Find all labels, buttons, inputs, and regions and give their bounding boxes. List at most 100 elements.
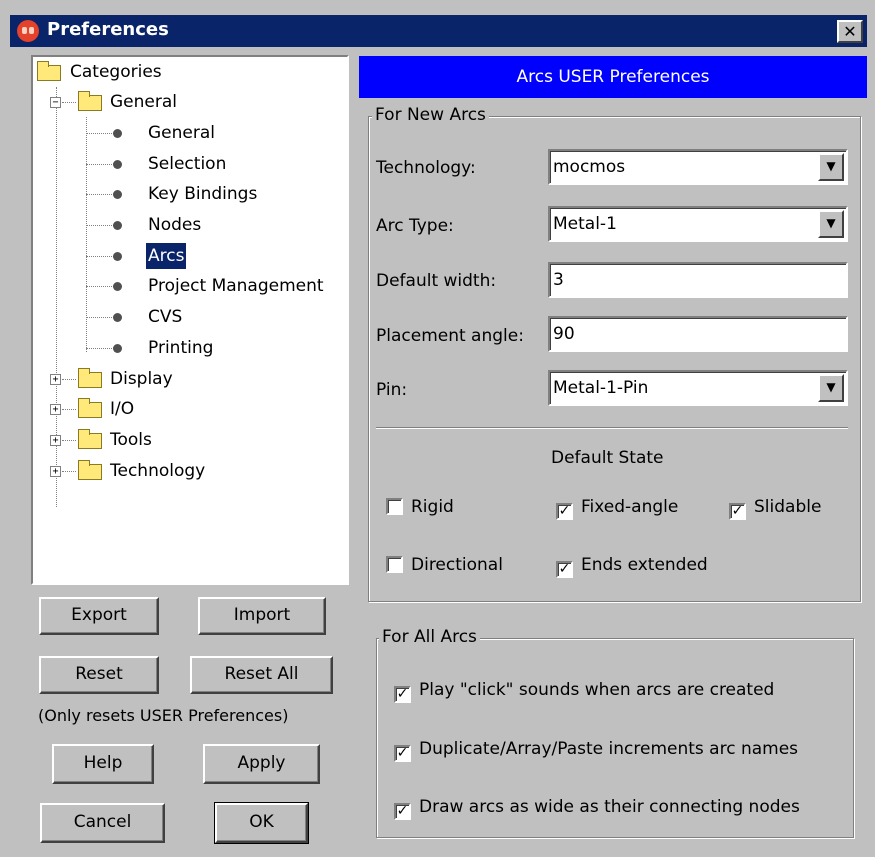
checkbox-icon[interactable]: ✓ — [394, 686, 411, 703]
folder-icon — [78, 368, 102, 388]
duplicate-increments-checkbox[interactable]: ✓ Duplicate/Array/Paste increments arc na… — [394, 739, 798, 762]
dropdown-arrow-icon[interactable]: ▼ — [818, 153, 844, 181]
pin-label: Pin: — [376, 380, 408, 400]
tree-item-label: I/O — [110, 399, 135, 419]
fixed-angle-label: Fixed-angle — [581, 497, 679, 517]
reset-button[interactable]: Reset — [39, 656, 159, 694]
tree-connector — [86, 317, 116, 318]
directional-label: Directional — [411, 555, 503, 575]
all-arcs-legend: For All Arcs — [379, 627, 480, 647]
categories-tree[interactable]: Categories − General General Selection K… — [31, 55, 349, 585]
click-sounds-label: Play "click" sounds when arcs are create… — [419, 680, 775, 700]
expand-icon[interactable]: + — [50, 435, 61, 446]
leaf-dot-icon — [113, 344, 122, 353]
fixed-angle-checkbox[interactable]: ✓ Fixed-angle — [556, 497, 678, 520]
slidable-checkbox[interactable]: ✓ Slidable — [729, 497, 821, 520]
help-button[interactable]: Help — [52, 744, 154, 784]
leaf-dot-icon — [113, 252, 122, 261]
technology-value: mocmos — [553, 157, 626, 177]
export-button[interactable]: Export — [39, 597, 159, 635]
apply-button[interactable]: Apply — [203, 744, 320, 784]
tree-item-label-selected: Arcs — [146, 243, 187, 269]
arc-type-select[interactable]: Metal-1 ▼ — [548, 206, 848, 242]
technology-select[interactable]: mocmos ▼ — [548, 149, 848, 185]
tree-item-label: Technology — [110, 461, 206, 481]
tree-item-label: Nodes — [148, 215, 202, 235]
folder-icon — [78, 460, 102, 480]
tree-connector — [86, 225, 116, 226]
separator — [376, 427, 848, 429]
folder-icon — [37, 61, 61, 81]
tree-item-label: Printing — [148, 338, 214, 358]
expand-icon[interactable]: + — [50, 404, 61, 415]
checkbox-icon[interactable] — [386, 556, 403, 573]
dropdown-arrow-icon[interactable]: ▼ — [818, 210, 844, 238]
arc-type-value: Metal-1 — [553, 214, 617, 234]
ends-extended-label: Ends extended — [581, 555, 708, 575]
tree-item-label: Key Bindings — [148, 184, 258, 204]
directional-checkbox[interactable]: Directional — [386, 555, 503, 575]
placement-angle-label: Placement angle: — [376, 326, 524, 346]
leaf-dot-icon — [113, 129, 122, 138]
placement-angle-input[interactable]: 90 — [548, 316, 848, 352]
slidable-label: Slidable — [754, 497, 822, 517]
tree-connector — [62, 409, 76, 410]
cancel-button[interactable]: Cancel — [40, 803, 165, 843]
checkbox-icon[interactable]: ✓ — [556, 561, 573, 578]
panel-header: Arcs USER Preferences — [359, 56, 867, 98]
tree-connector — [62, 379, 76, 380]
checkbox-icon[interactable]: ✓ — [729, 503, 746, 520]
reset-all-button[interactable]: Reset All — [190, 656, 333, 694]
checkbox-icon[interactable] — [386, 498, 403, 515]
tree-connector — [62, 471, 76, 472]
new-arcs-legend: For New Arcs — [372, 105, 489, 125]
tree-connector — [86, 164, 116, 165]
tree-connector — [86, 256, 116, 257]
pin-select[interactable]: Metal-1-Pin ▼ — [548, 370, 848, 406]
checkbox-icon[interactable]: ✓ — [394, 803, 411, 820]
tree-item-label: Display — [110, 369, 173, 389]
folder-icon — [78, 91, 102, 111]
reset-note: (Only resets USER Preferences) — [38, 706, 289, 725]
tree-connector — [86, 133, 116, 134]
pin-value: Metal-1-Pin — [553, 378, 649, 398]
collapse-icon[interactable]: − — [50, 97, 61, 108]
checkbox-icon[interactable]: ✓ — [556, 503, 573, 520]
folder-icon — [78, 398, 102, 418]
leaf-dot-icon — [113, 221, 122, 230]
tree-connector — [62, 102, 76, 103]
leaf-dot-icon — [113, 190, 122, 199]
tree-item-label: General — [110, 92, 177, 112]
rigid-checkbox[interactable]: Rigid — [386, 497, 454, 517]
draw-wide-label: Draw arcs as wide as their connecting no… — [419, 797, 800, 817]
ok-button[interactable]: OK — [214, 802, 309, 844]
import-button[interactable]: Import — [198, 597, 326, 635]
default-state-label: Default State — [551, 448, 664, 468]
duplicate-increments-label: Duplicate/Array/Paste increments arc nam… — [419, 739, 799, 759]
draw-wide-checkbox[interactable]: ✓ Draw arcs as wide as their connecting n… — [394, 797, 800, 820]
folder-icon — [78, 429, 102, 449]
click-sounds-checkbox[interactable]: ✓ Play "click" sounds when arcs are creat… — [394, 680, 774, 703]
default-width-input[interactable]: 3 — [548, 262, 848, 298]
close-button[interactable]: ✕ — [837, 20, 863, 43]
rigid-label: Rigid — [411, 497, 454, 517]
leaf-dot-icon — [113, 282, 122, 291]
title-bar[interactable]: Preferences ✕ — [10, 15, 867, 47]
tree-item-label: Project Management — [148, 276, 324, 296]
tree-item-label: Categories — [70, 62, 162, 82]
tree-connector — [62, 440, 76, 441]
checkbox-icon[interactable]: ✓ — [394, 745, 411, 762]
window-title: Preferences — [47, 19, 169, 40]
tree-connector — [86, 348, 116, 349]
arc-type-label: Arc Type: — [376, 216, 454, 236]
tree-item-label: Selection — [148, 154, 227, 174]
ends-extended-checkbox[interactable]: ✓ Ends extended — [556, 555, 708, 578]
preferences-window: Preferences ✕ Categories − General Gener… — [0, 0, 875, 857]
tree-connector — [86, 286, 116, 287]
technology-label: Technology: — [376, 158, 476, 178]
expand-icon[interactable]: + — [50, 374, 61, 385]
expand-icon[interactable]: + — [50, 466, 61, 477]
dropdown-arrow-icon[interactable]: ▼ — [818, 374, 844, 402]
new-arcs-group — [368, 116, 861, 602]
tree-item-label: Tools — [110, 430, 152, 450]
